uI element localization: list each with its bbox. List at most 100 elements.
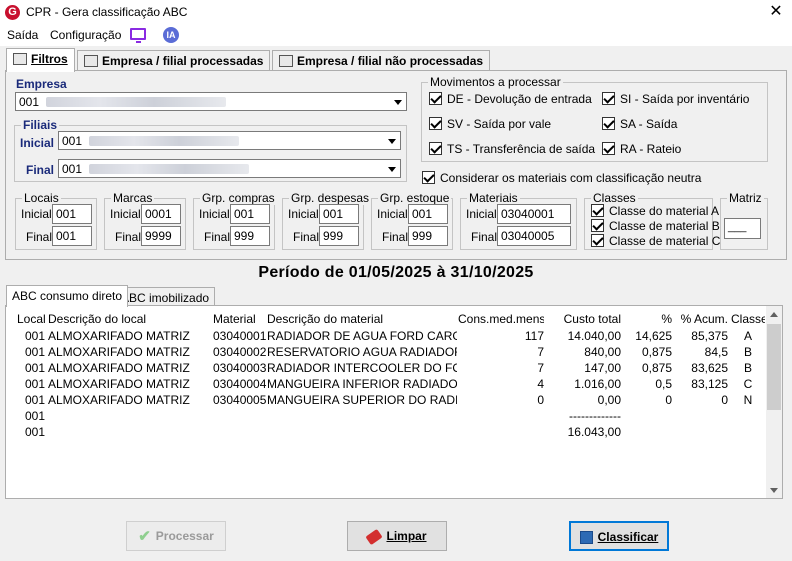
filial-inicial-combo[interactable]: 001 [58, 131, 401, 150]
tab-processadas-label: Empresa / filial processadas [102, 54, 264, 68]
chk-saida[interactable] [602, 117, 615, 130]
table-cell-percent-acum: 85,375 [691, 329, 728, 343]
grp-compras-final-input[interactable]: 999 [230, 226, 270, 246]
grp-estoque-title: Grp. estoque [378, 191, 452, 205]
tab-abc-imobilizado[interactable]: ABC imobilizado [115, 287, 216, 307]
table-cell-descricao-local: ALMOXARIFADO MATRIZ [48, 361, 190, 375]
matriz-input[interactable]: ___ [724, 218, 761, 239]
chk-saida-inventario[interactable] [602, 92, 615, 105]
empresa-combo[interactable]: 001 [15, 92, 407, 111]
grp-estoque-final-label: Final [382, 230, 409, 244]
scroll-up-icon[interactable] [766, 306, 782, 322]
grp-despesas-final-input[interactable]: 999 [319, 226, 359, 246]
abc-results-table[interactable]: Local Descrição do local Material Descrição… [5, 305, 783, 499]
table-cell-percent: 0,5 [655, 377, 672, 391]
chevron-down-icon[interactable] [384, 133, 399, 148]
chk-saida-vale[interactable] [429, 117, 442, 130]
close-icon[interactable]: ✕ [766, 2, 786, 22]
table-cell-percent: 0,875 [641, 345, 672, 359]
mov-ra-label: RA - Rateio [620, 142, 682, 156]
table-cell-descricao-local: ALMOXARIFADO MATRIZ [48, 377, 190, 391]
chevron-down-icon[interactable] [390, 94, 405, 109]
table-total-custo: 16.043,00 [567, 425, 621, 439]
locais-final-label: Final [26, 230, 53, 244]
save-icon [579, 531, 593, 545]
table-cell-descricao-material: RESERVATORIO AGUA RADIADOR C [267, 345, 457, 359]
check-icon: ✔ [138, 527, 151, 545]
table-cell-descricao-local: ALMOXARIFADO MATRIZ [48, 345, 190, 359]
tab-processadas[interactable]: Empresa / filial processadas [77, 50, 271, 72]
mov-si-label: SI - Saída por inventário [620, 92, 750, 106]
menu-configuracao[interactable]: Configuração [50, 28, 121, 42]
chk-classe-a[interactable] [591, 204, 604, 217]
table-cell-percent: 0 [665, 393, 672, 407]
table-cell-material: 03040005 [213, 393, 267, 407]
tab-filtros[interactable]: Filtros [6, 48, 75, 72]
grp-despesas-inicial-input[interactable]: 001 [319, 204, 359, 224]
menu-saida[interactable]: Saída [7, 28, 38, 42]
marcas-inicial-label: Inicial [110, 207, 141, 221]
processar-button[interactable]: ✔ Processar [126, 521, 226, 551]
table-total-local: 001 [25, 425, 46, 439]
empresa-label: Empresa [16, 77, 67, 91]
table-cell-cons-med-mensal: 0 [537, 393, 544, 407]
table-cell-classe: B [743, 361, 752, 375]
column-header-material: Material [213, 312, 256, 326]
table-cell-material: 03040004 [213, 377, 267, 391]
periodo-title: Período de 01/05/2025 à 31/10/2025 [258, 264, 534, 281]
movimentos-title: Movimentos a processar [428, 75, 563, 89]
table-cell-percent: 14,625 [635, 329, 672, 343]
filter-icon [13, 53, 27, 65]
classificar-label: Classificar [597, 530, 659, 544]
grp-compras-final-label: Final [204, 230, 231, 244]
limpar-button[interactable]: Limpar [347, 521, 447, 551]
grp-estoque-inicial-label: Inicial [377, 207, 408, 221]
classe-b-label: Classe de material B [609, 219, 720, 233]
monitor-icon[interactable] [130, 28, 146, 43]
filial-final-combo[interactable]: 001 [58, 159, 401, 178]
grp-estoque-inicial-input[interactable]: 001 [408, 204, 448, 224]
table-cell-percent-acum: 83,625 [691, 361, 728, 375]
materiais-inicial-label: Inicial [466, 207, 497, 221]
table-cell-custo-total: 840,00 [584, 345, 621, 359]
chk-classe-c[interactable] [591, 234, 604, 247]
scroll-down-icon[interactable] [766, 482, 782, 498]
tab-abc-consumo-direto[interactable]: ABC consumo direto [6, 285, 129, 307]
table-cell-cons-med-mensal: 7 [537, 361, 544, 375]
chk-classe-b[interactable] [591, 219, 604, 232]
ia-assistant-icon[interactable]: IA [163, 27, 179, 43]
chevron-down-icon[interactable] [384, 161, 399, 176]
limpar-label: Limpar [386, 529, 427, 543]
materiais-final-input[interactable]: 03040005 [497, 226, 571, 246]
chk-devolucao-entrada[interactable] [429, 92, 442, 105]
grp-compras-inicial-input[interactable]: 001 [230, 204, 270, 224]
classe-a-label: Classe do material A [609, 204, 720, 218]
marcas-inicial-input[interactable]: 0001 [141, 204, 181, 224]
table-total-custo: ------------- [569, 409, 621, 423]
filial-final-label: Final [26, 163, 55, 177]
table-cell-classe: B [743, 345, 752, 359]
materiais-inicial-input[interactable]: 03040001 [497, 204, 571, 224]
table-cell-material: 03040003 [213, 361, 267, 375]
locais-inicial-input[interactable]: 001 [52, 204, 92, 224]
chk-classificacao-neutra[interactable] [422, 171, 435, 184]
filial-final-name-redacted [89, 164, 249, 174]
table-cell-classe: C [743, 377, 753, 391]
mov-sv-label: SV - Saída por vale [447, 117, 552, 131]
grp-estoque-final-input[interactable]: 999 [408, 226, 448, 246]
tab-nao-processadas[interactable]: Empresa / filial não processadas [272, 50, 491, 72]
table-cell-descricao-material: RADIADOR INTERCOOLER DO FORD [267, 361, 457, 375]
locais-final-input[interactable]: 001 [52, 226, 92, 246]
table-cell-classe: A [743, 329, 752, 343]
empresa-code: 001 [19, 95, 40, 109]
classes-title: Classes [591, 191, 638, 205]
scroll-thumb[interactable] [767, 324, 781, 410]
chk-transferencia-saida[interactable] [429, 142, 442, 155]
app-logo-icon: G [5, 5, 20, 20]
marcas-final-input[interactable]: 9999 [141, 226, 181, 246]
filial-inicial-code: 001 [62, 134, 83, 148]
table-cell-descricao-material: MANGUEIRA INFERIOR RADIADOR C [267, 377, 457, 391]
classificar-button[interactable]: Classificar [569, 521, 669, 551]
chk-rateio[interactable] [602, 142, 615, 155]
window-title: CPR - Gera classificação ABC [26, 5, 188, 19]
